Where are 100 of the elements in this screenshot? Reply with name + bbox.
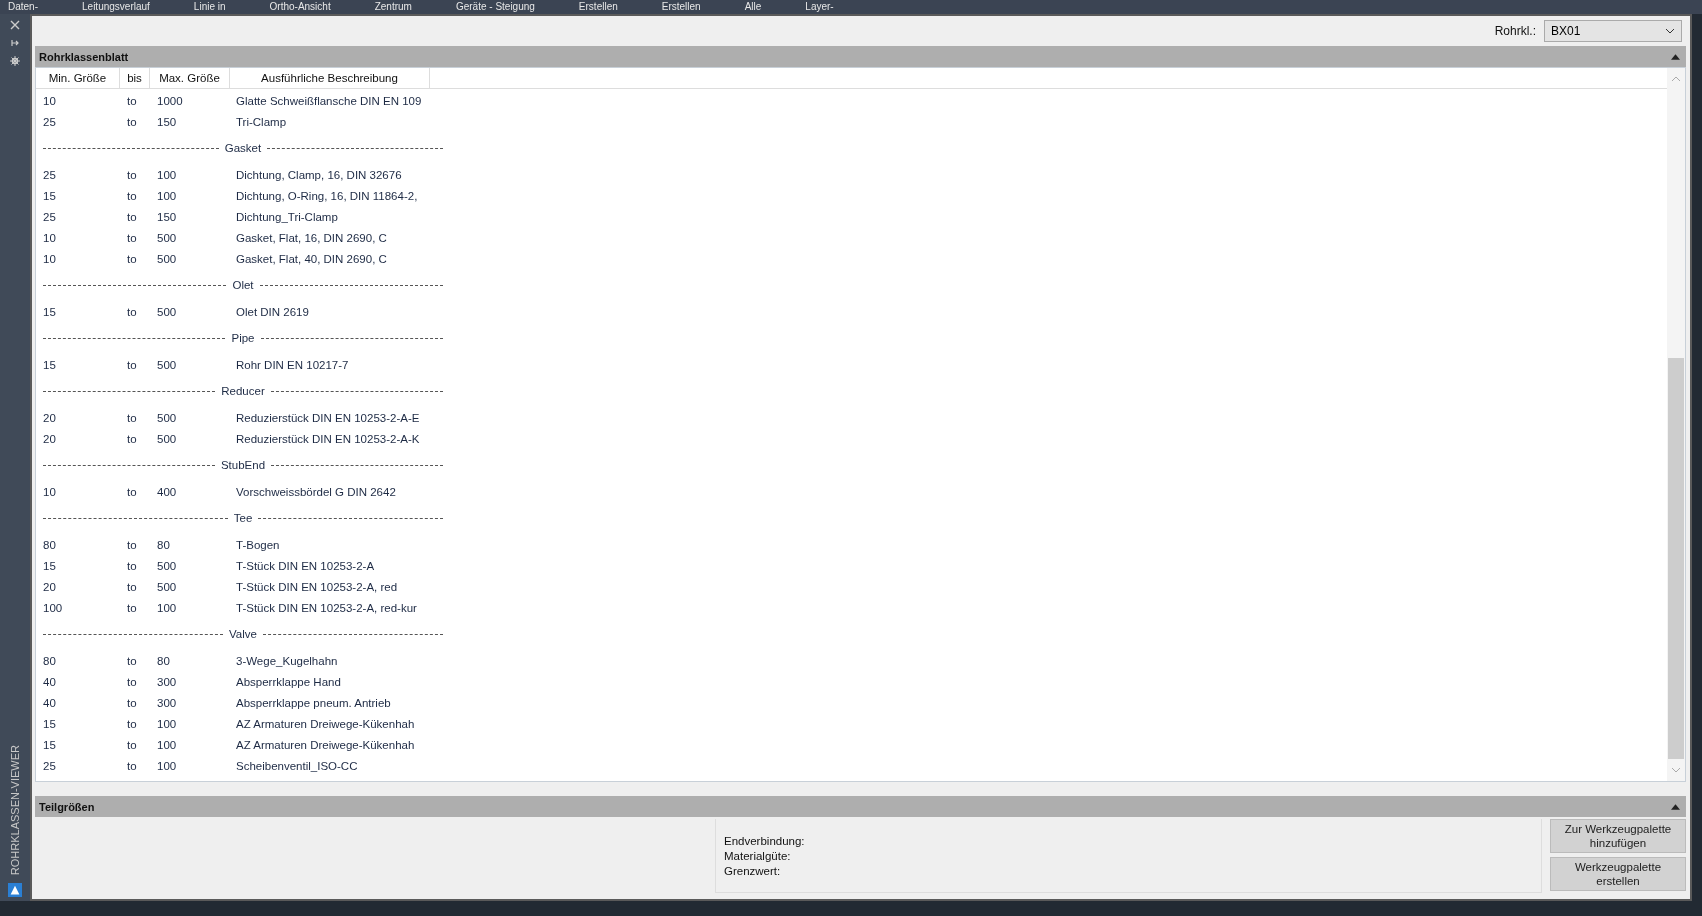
toolbar-label[interactable]: Linie in (193, 0, 226, 14)
table-cell-text: 25 (42, 115, 57, 128)
table-cell-text: 3-Wege_Kugelhahn (235, 654, 339, 667)
scrollbar[interactable] (1667, 68, 1685, 781)
toolbar-label[interactable]: Erstellen (661, 0, 701, 14)
table-cell-text: 25 (42, 759, 57, 772)
table-cell-text: to (126, 717, 138, 730)
table-cell-text: to (126, 189, 138, 202)
table-cell-text: to (126, 411, 138, 424)
table-cell-text: 100 (156, 168, 178, 181)
toolbar-label[interactable]: Ortho-Ansicht (269, 0, 331, 14)
table-cell-text: Rohr DIN EN 10217-7 (235, 358, 350, 371)
toolbar-label[interactable]: Geräte - Steigung (455, 0, 535, 14)
table-cell-text: 15 (42, 738, 57, 751)
group-heading: Olet (232, 279, 254, 291)
table-cell-text: Dichtung, O-Ring, 16, DIN 11864-2, (235, 189, 419, 202)
table-cell-text: to (126, 759, 138, 772)
table-cell-text: AZ Armaturen Dreiwege-Kükenhah (235, 717, 416, 730)
table-cell-text: 500 (156, 559, 178, 572)
table-cell-text: 100 (156, 738, 178, 751)
toolbar-label[interactable]: Layer- (805, 0, 834, 14)
table-cell-text: 100 (156, 189, 178, 202)
table-cell-text: 300 (156, 696, 178, 709)
table-cell-text: 15 (42, 305, 57, 318)
collapse-icon[interactable] (1671, 803, 1680, 810)
column-header[interactable]: Max. Größe (150, 68, 230, 88)
table-cell-text: to (126, 738, 138, 751)
toolbar-label[interactable]: Daten- (8, 0, 38, 14)
scroll-thumb[interactable] (1668, 357, 1684, 759)
table-cell-text: Gasket, Flat, 40, DIN 2690, C (235, 252, 388, 265)
table-cell-text: Reduzierstück DIN EN 10253-2-A-E (235, 411, 421, 424)
table-cell-text: 15 (42, 358, 57, 371)
column-header[interactable]: Ausführliche Beschreibung (230, 68, 430, 88)
table-cell-text: Gasket, Flat, 16, DIN 2690, C (235, 231, 388, 244)
table-cell-text: 20 (42, 411, 57, 424)
toolbar-label[interactable]: Leitungsverlauf (82, 0, 150, 14)
field-label: Materialgüte: (724, 849, 792, 862)
table-cell-text: 500 (156, 252, 178, 265)
table-cell-text: AZ Armaturen Dreiwege-Kükenhah (235, 738, 416, 751)
table-cell-text: 40 (42, 675, 57, 688)
logo-icon (8, 883, 22, 897)
section-header[interactable]: Teilgrößen (35, 796, 1686, 817)
table-cell-text: 400 (156, 485, 178, 498)
table-cell-text: 80 (156, 538, 171, 551)
table-cell-text: Vorschweissbördel G DIN 2642 (235, 485, 397, 498)
close-icon[interactable] (10, 20, 20, 30)
column-header[interactable]: bis (120, 68, 150, 88)
table-cell-text: 15 (42, 717, 57, 730)
table-cell-text: 500 (156, 411, 178, 424)
table-cell-text: 20 (42, 580, 57, 593)
table-cell-text: T-Stück DIN EN 10253-2-A (235, 559, 376, 572)
table-cell-text: to (126, 601, 138, 614)
table-cell-text: Scheibenventil_ISO-CC (235, 759, 359, 772)
table-cell-text: to (126, 654, 138, 667)
group-heading: Tee (233, 512, 253, 524)
table-cell-text: to (126, 94, 138, 107)
palette-button[interactable]: Zur Werkzeugpalette hinzufügen (1550, 819, 1686, 853)
toolbar-label[interactable]: Zentrum (374, 0, 412, 14)
group-heading: StubEnd (220, 459, 266, 471)
group-heading: Reducer (221, 385, 265, 397)
column-header[interactable]: Min. Größe (36, 68, 120, 88)
chevron-down-icon (1665, 28, 1675, 34)
table-cell-text: 150 (156, 210, 178, 223)
gear-icon[interactable] (10, 56, 20, 66)
table-cell-text: 100 (156, 717, 178, 730)
table-cell-text: to (126, 305, 138, 318)
field-label: Grenzwert: (724, 864, 782, 877)
table-cell-text: to (126, 485, 138, 498)
toolbar-label[interactable]: Alle (744, 0, 762, 14)
table-cell-text: to (126, 432, 138, 445)
table-cell-text: Dichtung, Clamp, 16, DIN 32676 (235, 168, 403, 181)
table-cell-text: to (126, 580, 138, 593)
table-cell-text: Reduzierstück DIN EN 10253-2-A-K (235, 432, 421, 445)
table-cell-text: 25 (42, 210, 57, 223)
table-cell-text: 10 (42, 252, 57, 265)
table-cell-text: to (126, 231, 138, 244)
table-cell-text: to (126, 252, 138, 265)
table-cell-text: 500 (156, 305, 178, 318)
table-cell-text: to (126, 358, 138, 371)
table-cell-text: Absperrklappe Hand (235, 675, 342, 688)
table-cell-text: Glatte Schweißflansche DIN EN 109 (235, 94, 423, 107)
table-cell-text: 15 (42, 559, 57, 572)
pipe-class-dropdown[interactable]: BX01 (1544, 20, 1682, 42)
table-cell-text: 80 (42, 538, 57, 551)
table-cell-text: 500 (156, 432, 178, 445)
table-cell-text: T-Bogen (235, 538, 281, 551)
table-cell-text: 10 (42, 94, 57, 107)
table-cell-text: 15 (42, 189, 57, 202)
section-header[interactable]: Rohrklassenblatt (35, 46, 1686, 67)
table-cell-text: to (126, 168, 138, 181)
toolbar-label[interactable]: Erstellen (578, 0, 618, 14)
palette-button[interactable]: Werkzeugpalette erstellen (1550, 857, 1686, 891)
table-cell-text: 80 (156, 654, 171, 667)
table-cell-text: 10 (42, 231, 57, 244)
collapse-icon[interactable] (1671, 53, 1680, 60)
table-cell-text: Absperrklappe pneum. Antrieb (235, 696, 392, 709)
table-cell-text: 100 (42, 601, 64, 614)
table-cell-text: T-Stück DIN EN 10253-2-A, red (235, 580, 399, 593)
table-cell-text: to (126, 675, 138, 688)
group-heading: Gasket (224, 142, 262, 154)
